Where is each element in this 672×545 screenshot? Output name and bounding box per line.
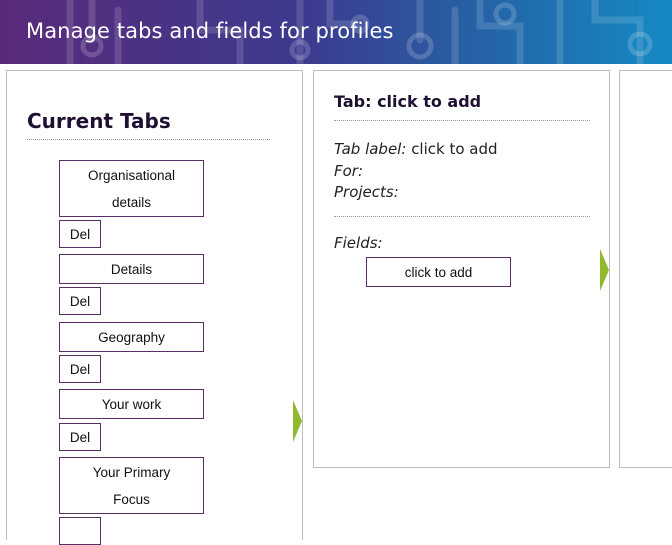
tab-item-details[interactable]: Details — [59, 254, 204, 284]
divider — [334, 216, 590, 217]
tab-item-label: Your Primary Focus — [92, 464, 171, 507]
tab-editor-heading[interactable]: Tab: click to add — [334, 92, 481, 111]
divider — [334, 120, 590, 121]
tab-label-row: Tab label: click to add — [334, 140, 498, 158]
projects-caption: Projects: — [334, 183, 399, 201]
tab-item-label: Your work — [101, 396, 162, 412]
delete-tab-button[interactable] — [59, 517, 101, 545]
tab-label-caption: Tab label: — [334, 140, 407, 158]
for-caption: For: — [334, 162, 364, 180]
field-editor-panel — [619, 70, 672, 468]
delete-tab-button[interactable]: Del — [59, 220, 101, 248]
tab-item-your-primary-focus[interactable]: Your Primary Focus — [59, 457, 204, 514]
tab-label-value[interactable]: click to add — [411, 140, 497, 158]
projects-row: Projects: — [334, 183, 399, 201]
fields-caption: Fields: — [334, 234, 383, 252]
tab-item-label: Details — [110, 261, 153, 277]
tab-item-geography[interactable]: Geography — [59, 322, 204, 352]
add-field-button[interactable]: click to add — [366, 257, 511, 287]
delete-tab-button[interactable]: Del — [59, 355, 101, 383]
current-tabs-title: Current Tabs — [27, 109, 171, 133]
tab-item-organisational-details[interactable]: Organisational details — [59, 160, 204, 217]
page-title: Manage tabs and fields for profiles — [26, 19, 394, 43]
panel-arrow-icon — [600, 249, 609, 291]
tab-item-label: Organisational details — [87, 167, 176, 210]
panel-arrow-icon — [293, 400, 302, 442]
fields-row: Fields: — [334, 234, 383, 252]
tab-item-label: Geography — [98, 329, 165, 345]
page-header: Manage tabs and fields for profiles — [0, 0, 672, 64]
for-row: For: — [334, 162, 363, 180]
delete-tab-button[interactable]: Del — [59, 423, 101, 451]
tab-item-your-work[interactable]: Your work — [59, 389, 204, 419]
delete-tab-button[interactable]: Del — [59, 287, 101, 315]
divider — [27, 139, 270, 140]
